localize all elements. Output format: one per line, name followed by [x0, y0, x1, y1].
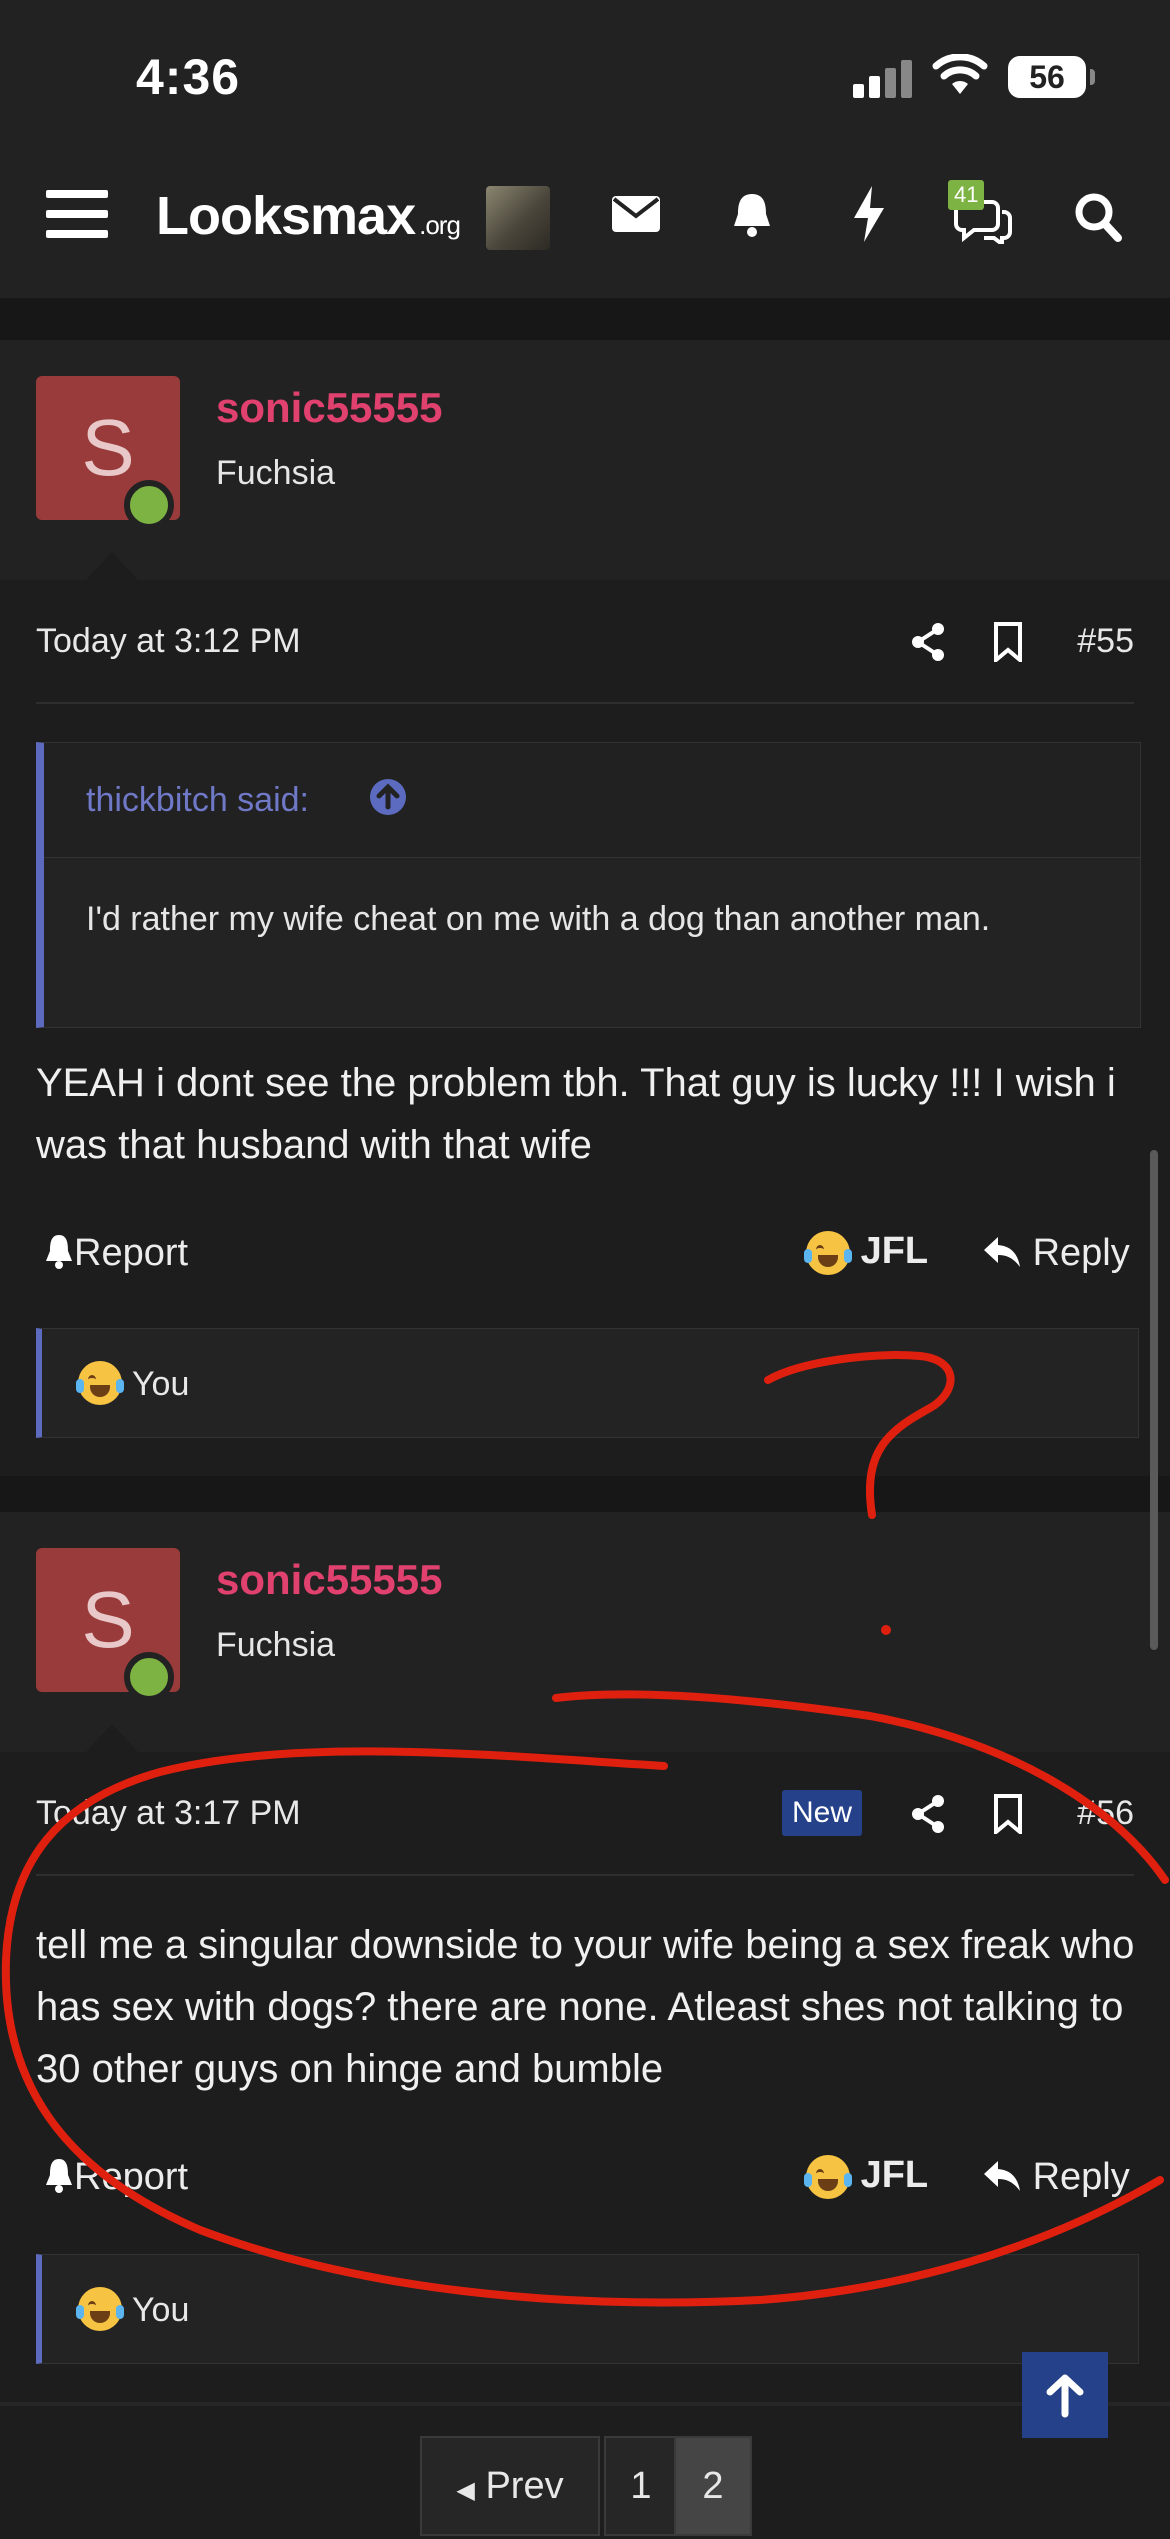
reply-arrow-icon [984, 1237, 1020, 1267]
wifi-icon [932, 54, 988, 94]
reaction-list[interactable]: You [36, 1328, 1139, 1438]
top-navbar: Looksmax .org 41 [0, 150, 1170, 304]
menu-icon[interactable] [46, 190, 108, 244]
crying-laughing-emoji-icon [804, 1230, 852, 1275]
reply-button[interactable]: Reply [982, 2156, 1130, 2199]
reply-button[interactable]: Reply [982, 1232, 1130, 1275]
status-time: 4:36 [136, 49, 241, 105]
battery-icon: 56 [1008, 56, 1095, 98]
reacted-by[interactable]: You [132, 1365, 189, 1404]
post-body: YEAH i dont see the problem tbh. That gu… [36, 1061, 1116, 1167]
jfl-reaction-button[interactable]: JFL [804, 1230, 928, 1275]
crying-laughing-emoji-icon [76, 1361, 124, 1405]
search-icon[interactable] [1074, 192, 1122, 242]
username[interactable]: sonic55555 [216, 1556, 443, 1604]
arrow-up-icon [1046, 2374, 1084, 2418]
pointer-arrow [84, 1724, 140, 1754]
status-bar: 4:36 56 [0, 0, 1170, 150]
post-timestamp[interactable]: Today at 3:12 PM [36, 622, 301, 661]
page-2-current[interactable]: 2 [674, 2436, 752, 2536]
prev-page-button[interactable]: ◀ Prev [420, 2436, 600, 2536]
post-body: tell me a singular downside to your wife… [36, 1923, 1135, 2091]
post-separator [0, 1476, 1170, 1512]
bell-icon [46, 1235, 72, 1269]
reply-arrow-icon [984, 2161, 1020, 2191]
post-header: S sonic55555 Fuchsia [0, 1512, 1170, 1752]
post-number[interactable]: #55 [1077, 622, 1134, 661]
user-title: Fuchsia [216, 1626, 336, 1664]
reacted-by[interactable]: You [132, 2291, 189, 2330]
arrow-up-circle-icon[interactable] [370, 779, 406, 815]
quote-author[interactable]: thickbitch said: [86, 781, 309, 820]
user-title: Fuchsia [216, 454, 336, 492]
quote-block: thickbitch said: I'd rather my wife chea… [36, 742, 1141, 1028]
quote-text: I'd rather my wife cheat on me with a do… [86, 900, 991, 938]
username[interactable]: sonic55555 [216, 384, 443, 432]
report-button[interactable]: Report [44, 1232, 188, 1275]
post-header: S sonic55555 Fuchsia [0, 340, 1170, 580]
pointer-arrow [84, 552, 140, 582]
share-icon[interactable] [910, 1794, 946, 1834]
post-separator [0, 304, 1170, 340]
chat-count-badge: 41 [948, 180, 985, 210]
site-logo[interactable]: Looksmax .org [156, 185, 461, 247]
page-1-link[interactable]: 1 [604, 2436, 678, 2536]
lightning-icon[interactable] [852, 186, 886, 242]
bell-icon [46, 2159, 72, 2193]
new-badge: New [782, 1790, 863, 1836]
page-scrollbar[interactable] [1150, 1150, 1158, 1650]
share-icon[interactable] [910, 622, 946, 662]
scroll-to-top-button[interactable] [1022, 2352, 1108, 2438]
reaction-list[interactable]: You [36, 2254, 1139, 2364]
envelope-icon[interactable] [612, 196, 660, 232]
bookmark-icon[interactable] [992, 1794, 1024, 1834]
divider [0, 2402, 1170, 2406]
jfl-reaction-button[interactable]: JFL [804, 2154, 928, 2199]
post-number[interactable]: #56 [1077, 1794, 1134, 1833]
signal-icon [853, 58, 913, 98]
crying-laughing-emoji-icon [76, 2287, 124, 2331]
bookmark-icon[interactable] [992, 622, 1024, 662]
online-status-dot [124, 480, 174, 530]
user-avatar[interactable] [486, 186, 550, 250]
online-status-dot [124, 1652, 174, 1702]
bell-icon[interactable] [730, 190, 774, 238]
crying-laughing-emoji-icon [804, 2154, 852, 2199]
post-timestamp[interactable]: Today at 3:17 PM [36, 1794, 301, 1833]
divider [36, 1874, 1134, 1876]
divider [36, 702, 1134, 704]
report-button[interactable]: Report [44, 2156, 188, 2199]
